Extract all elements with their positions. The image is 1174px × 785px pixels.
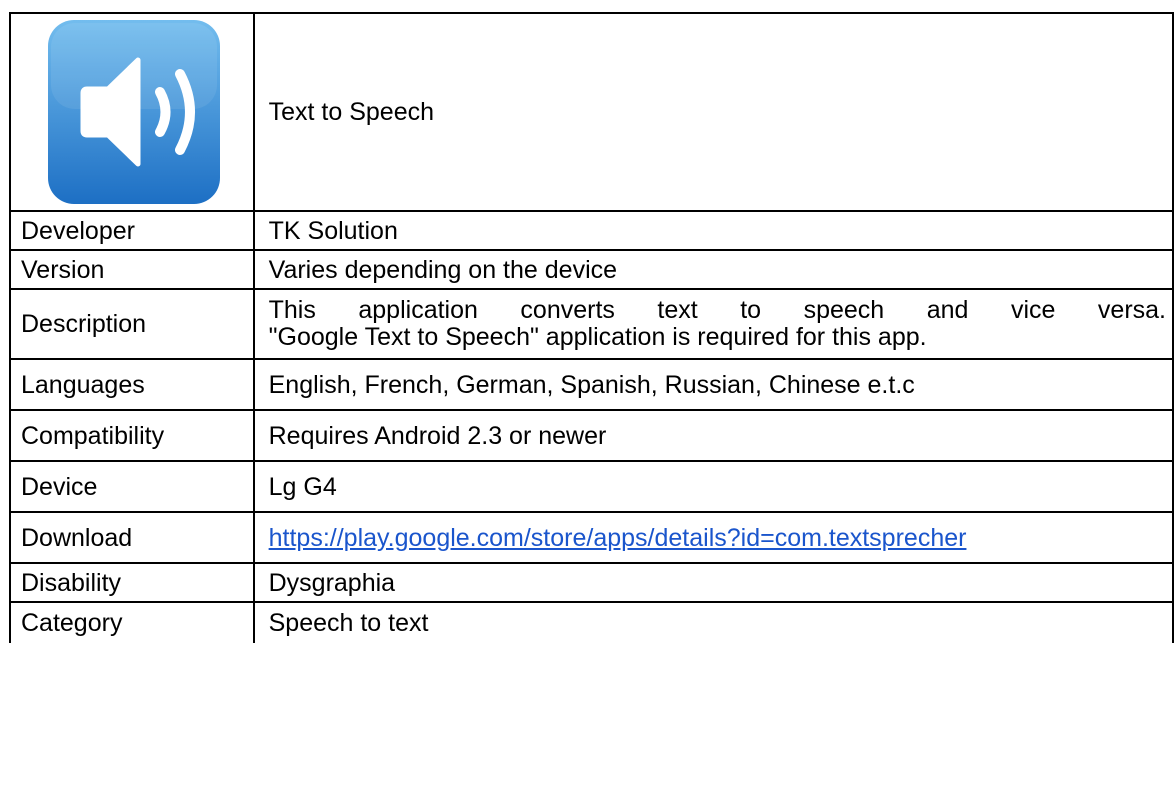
table-row-device: Device Lg G4 — [9, 460, 1174, 513]
developer-label: Developer — [9, 210, 255, 251]
table-row-compatibility: Compatibility Requires Android 2.3 or ne… — [9, 409, 1174, 462]
description-value: This application converts text to speech… — [252, 288, 1174, 360]
document-page: Text to Speech Developer TK Solution Ver… — [0, 0, 1174, 785]
app-title: Text to Speech — [252, 12, 1174, 212]
disability-value: Dysgraphia — [252, 562, 1174, 603]
speaker-volume-icon — [47, 20, 220, 204]
table-row-download: Download https://play.google.com/store/a… — [9, 511, 1174, 564]
app-icon-cell — [9, 12, 255, 212]
device-value: Lg G4 — [252, 460, 1174, 513]
device-label: Device — [9, 460, 255, 513]
table-row-category: Category Speech to text — [9, 601, 1174, 643]
table-row-version: Version Varies depending on the device — [9, 249, 1174, 290]
disability-label: Disability — [9, 562, 255, 603]
category-label: Category — [9, 601, 255, 643]
languages-label: Languages — [9, 358, 255, 411]
version-label: Version — [9, 249, 255, 290]
languages-value: English, French, German, Spanish, Russia… — [252, 358, 1174, 411]
description-line-1: This application converts text to speech… — [268, 296, 1166, 324]
compatibility-value: Requires Android 2.3 or newer — [252, 409, 1174, 462]
download-cell: https://play.google.com/store/apps/detai… — [252, 511, 1174, 564]
table-row-languages: Languages English, French, German, Spani… — [9, 358, 1174, 411]
developer-value: TK Solution — [252, 210, 1174, 251]
table-row-disability: Disability Dysgraphia — [9, 562, 1174, 603]
description-line-2: "Google Text to Speech" application is r… — [268, 323, 927, 351]
compatibility-label: Compatibility — [9, 409, 255, 462]
version-value: Varies depending on the device — [252, 249, 1174, 290]
download-link[interactable]: https://play.google.com/store/apps/detai… — [269, 524, 967, 552]
category-value: Speech to text — [252, 601, 1174, 643]
download-label: Download — [9, 511, 255, 564]
table-row-developer: Developer TK Solution — [9, 210, 1174, 251]
app-info-table: Text to Speech Developer TK Solution Ver… — [9, 12, 1174, 643]
app-header-row: Text to Speech — [9, 12, 1174, 212]
table-row-description: Description This application converts te… — [9, 288, 1174, 360]
description-label: Description — [9, 288, 255, 360]
